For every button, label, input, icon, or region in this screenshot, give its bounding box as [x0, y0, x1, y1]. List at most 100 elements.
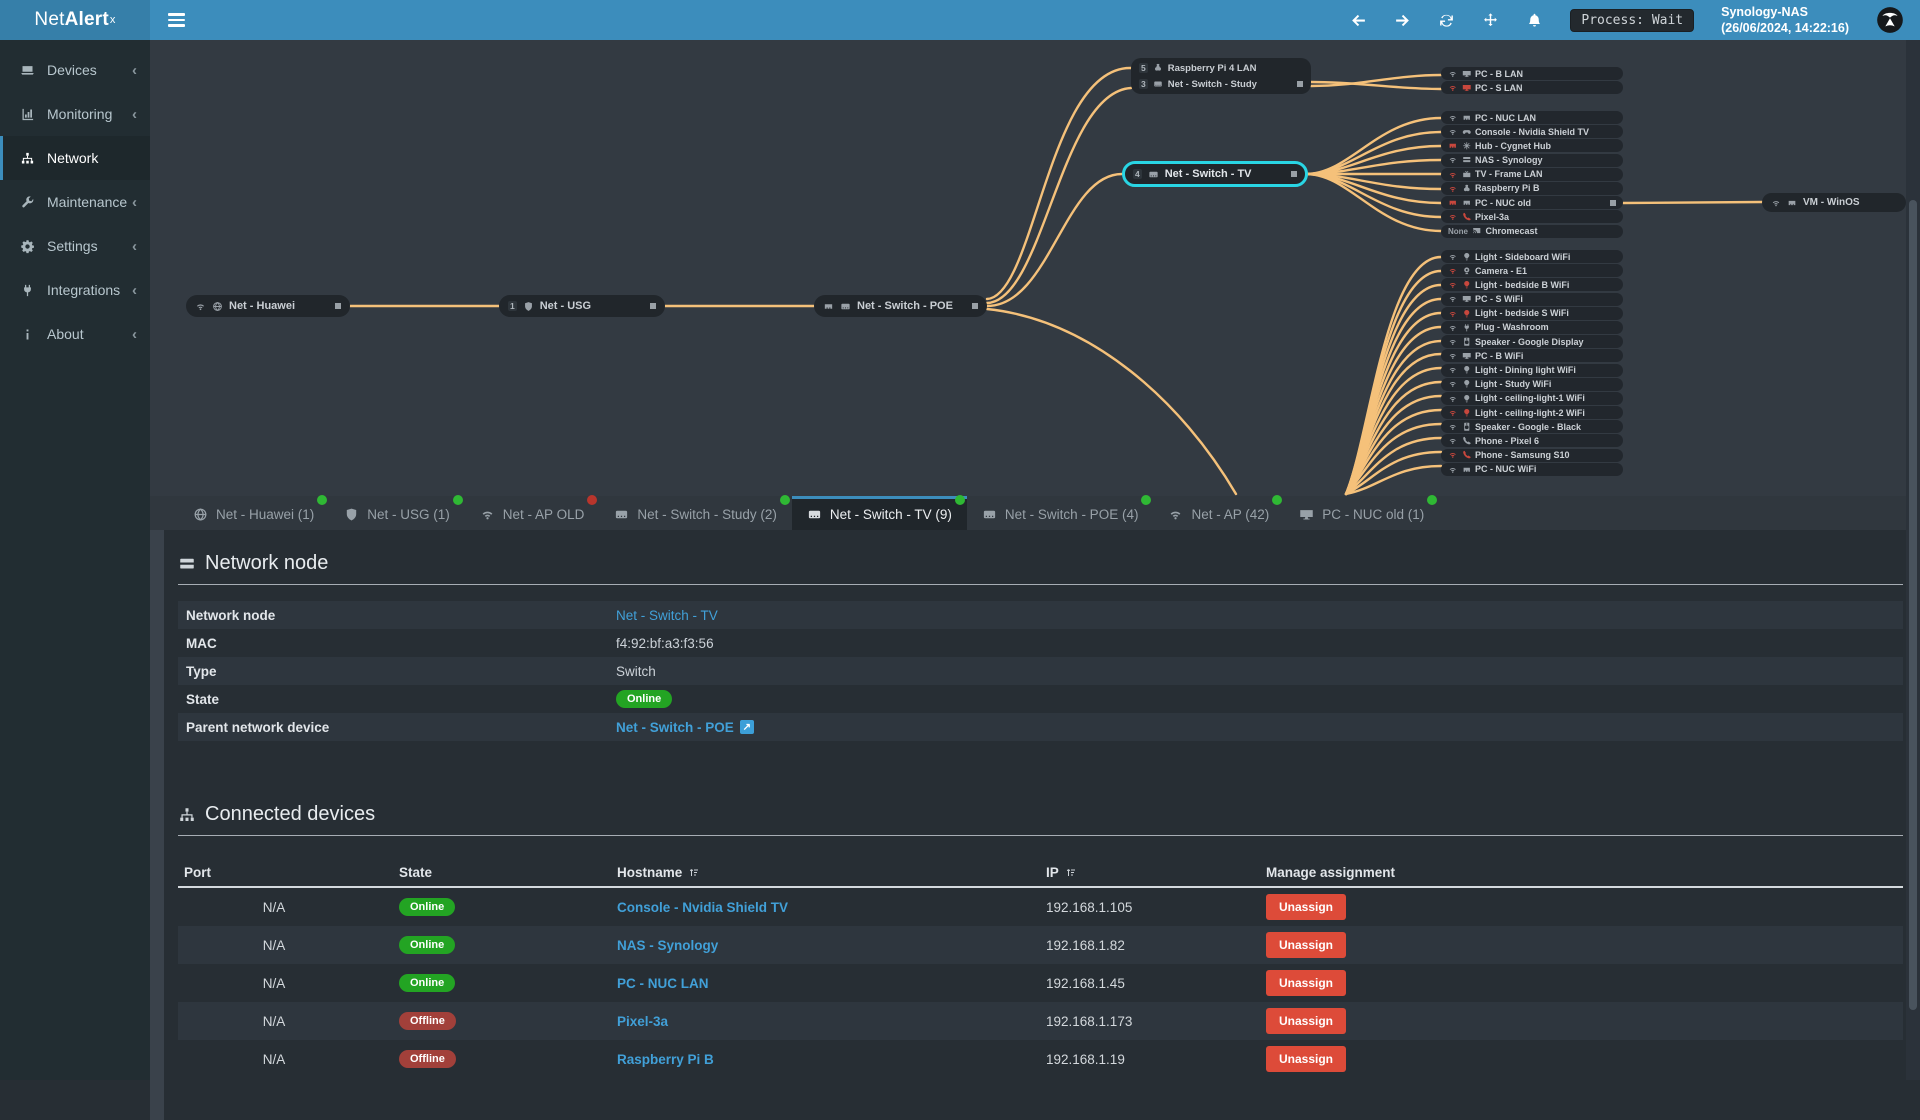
unassign-button[interactable]: Unassign [1266, 1046, 1347, 1072]
hamburger-menu-icon[interactable] [168, 10, 185, 30]
node-net-switch-poe[interactable]: Net - Switch - POE [814, 295, 987, 317]
device-pill[interactable]: TV - Frame LAN [1441, 167, 1623, 181]
arrow-right-icon[interactable] [1394, 12, 1411, 29]
server-icon [1462, 155, 1472, 165]
sidebar-item[interactable]: Settings ‹ [0, 224, 150, 268]
topbar-icons [1350, 12, 1543, 29]
device-pill[interactable]: Pixel-3a [1441, 210, 1623, 224]
sidebar-item[interactable]: Network ‹ [0, 136, 150, 180]
node-net-usg[interactable]: 1 Net - USG [499, 295, 665, 317]
sidebar-item[interactable]: Devices ‹ [0, 48, 150, 92]
detail-value: f4:92:bf:a3:f3:56 [616, 635, 714, 651]
network-tab[interactable]: Net - AP OLD [465, 495, 600, 530]
device-label: Plug - Washroom [1475, 322, 1549, 333]
sort-icon[interactable] [1065, 866, 1077, 878]
ip-cell: 192.168.1.105 [1046, 899, 1133, 915]
device-pill[interactable]: Speaker - Google Display [1441, 335, 1623, 349]
status-dot [452, 495, 463, 505]
network-tab[interactable]: Net - AP (42) [1153, 495, 1284, 530]
unassign-button[interactable]: Unassign [1266, 932, 1347, 958]
unassign-button[interactable]: Unassign [1266, 1008, 1347, 1034]
device-pill[interactable]: PC - NUC LAN [1441, 111, 1623, 124]
node-net-huawei[interactable]: Net - Huawei [186, 295, 350, 317]
gear-icon [20, 239, 40, 254]
detail-link[interactable]: Net - Switch - TV [616, 608, 718, 623]
device-pill[interactable]: Light - Study WiFi [1441, 377, 1623, 391]
hostname-link[interactable]: PC - NUC LAN [617, 976, 1046, 991]
avatar[interactable] [1876, 6, 1904, 34]
device-pill[interactable]: Light - ceiling-light-1 WiFi [1441, 391, 1623, 405]
device-pill[interactable]: Raspberry Pi B [1441, 181, 1623, 195]
device-pill[interactable]: Light - ceiling-light-2 WiFi [1441, 406, 1623, 420]
parent-node-link[interactable]: Net - Switch - POE [616, 720, 734, 735]
wifi-icon [1448, 379, 1458, 389]
device-pill[interactable]: PC - S LAN [1441, 81, 1623, 95]
node-net-switch-tv-selected[interactable]: 4 Net - Switch - TV [1122, 161, 1308, 187]
device-pill[interactable]: Light - bedside S WiFi [1441, 306, 1623, 320]
device-pill[interactable]: None Chromecast [1441, 224, 1623, 238]
device-pill[interactable]: Console - Nvidia Shield TV [1441, 125, 1623, 139]
content-scrollbar-track[interactable] [150, 530, 164, 1120]
device-pill[interactable]: Hub - Cygnet Hub [1441, 139, 1623, 153]
device-pill[interactable]: Plug - Washroom [1441, 320, 1623, 334]
port-connector [1610, 199, 1616, 206]
hostname-link[interactable]: NAS - Synology [617, 938, 1046, 953]
sidebar-item[interactable]: About ‹ [0, 312, 150, 356]
app-logo[interactable]: Net Alert x [0, 0, 150, 40]
device-label: Light - bedside B WiFi [1475, 279, 1570, 290]
network-tab[interactable]: Net - Switch - Study (2) [599, 495, 792, 530]
sidebar-item[interactable]: Maintenance ‹ [0, 180, 150, 224]
sort-icon[interactable] [688, 866, 700, 878]
wifi-icon [1448, 83, 1458, 93]
sidebar: Devices ‹ Monitoring ‹ Network ‹ Mainten… [0, 40, 150, 1080]
device-pill[interactable]: Camera - E1 [1441, 264, 1623, 278]
node-vm-winos[interactable]: VM - WinOS [1762, 193, 1906, 212]
network-tab[interactable]: Net - Huawei (1) [178, 495, 329, 530]
device-pill[interactable]: Light - Sideboard WiFi [1441, 250, 1623, 263]
network-node-pill[interactable]: 5 Raspberry Pi 4 LAN [1131, 60, 1311, 76]
col-port: Port [184, 864, 211, 880]
sidebar-item[interactable]: Integrations ‹ [0, 268, 150, 312]
hostname-link[interactable]: Raspberry Pi B [617, 1052, 1046, 1067]
device-pill[interactable]: PC - S WiFi [1441, 292, 1623, 306]
device-pill[interactable]: Phone - Samsung S10 [1441, 448, 1623, 462]
status-dot [1272, 495, 1283, 505]
device-pill[interactable]: PC - NUC old [1441, 196, 1623, 210]
hostname-link[interactable]: Pixel-3a [617, 1014, 1046, 1029]
hostname-link[interactable]: Console - Nvidia Shield TV [617, 900, 1046, 915]
arrow-left-icon[interactable] [1350, 12, 1367, 29]
device-pill[interactable]: Light - bedside B WiFi [1441, 278, 1623, 292]
network-tab[interactable]: Net - Switch - POE (4) [967, 495, 1154, 530]
device-pill[interactable]: PC - NUC WiFi [1441, 462, 1623, 476]
device-pill[interactable]: Light - Dining light WiFi [1441, 363, 1623, 377]
wifi-icon [480, 507, 495, 522]
external-link-icon[interactable]: ↗ [739, 720, 754, 734]
sidebar-item[interactable]: Monitoring ‹ [0, 92, 150, 136]
network-topology-diagram[interactable]: Net - Huawei 1 Net - USG Net - Switch - … [150, 40, 1920, 496]
device-pill[interactable]: Speaker - Google - Black [1441, 420, 1623, 434]
info-icon [20, 327, 40, 342]
move-icon[interactable] [1482, 12, 1499, 29]
device-pill[interactable]: PC - B LAN [1441, 67, 1623, 80]
network-tab[interactable]: Net - USG (1) [329, 495, 465, 530]
device-pill[interactable]: PC - B WiFi [1441, 349, 1623, 363]
network-node-pill[interactable]: 3 Net - Switch - Study [1131, 76, 1311, 92]
device-pill[interactable]: Phone - Pixel 6 [1441, 434, 1623, 448]
unassign-button[interactable]: Unassign [1266, 894, 1347, 920]
device-pill[interactable]: NAS - Synology [1441, 153, 1623, 167]
unassign-button[interactable]: Unassign [1266, 970, 1347, 996]
scrollbar-thumb[interactable] [1909, 200, 1917, 1010]
topbar: Net Alert x Process: Wait Synology-NAS (26… [0, 0, 1920, 40]
count-badge: 4 [1133, 169, 1142, 179]
page-scrollbar[interactable] [1906, 40, 1920, 1080]
wifi-icon [1448, 113, 1458, 123]
node-label: Net - Switch - Study [1167, 78, 1257, 90]
network-tab[interactable]: Net - Switch - TV (9) [791, 495, 967, 530]
network-tab[interactable]: PC - NUC old (1) [1284, 495, 1439, 530]
host-name: Synology-NAS [1721, 4, 1808, 19]
refresh-icon[interactable] [1438, 12, 1455, 29]
detail-row: MAC f4:92:bf:a3:f3:56 f4:92:bf:a3:f3:56 … [178, 629, 1903, 657]
wifi-icon [1448, 394, 1458, 404]
state-badge: Online [399, 936, 456, 954]
bell-icon[interactable] [1526, 12, 1543, 29]
